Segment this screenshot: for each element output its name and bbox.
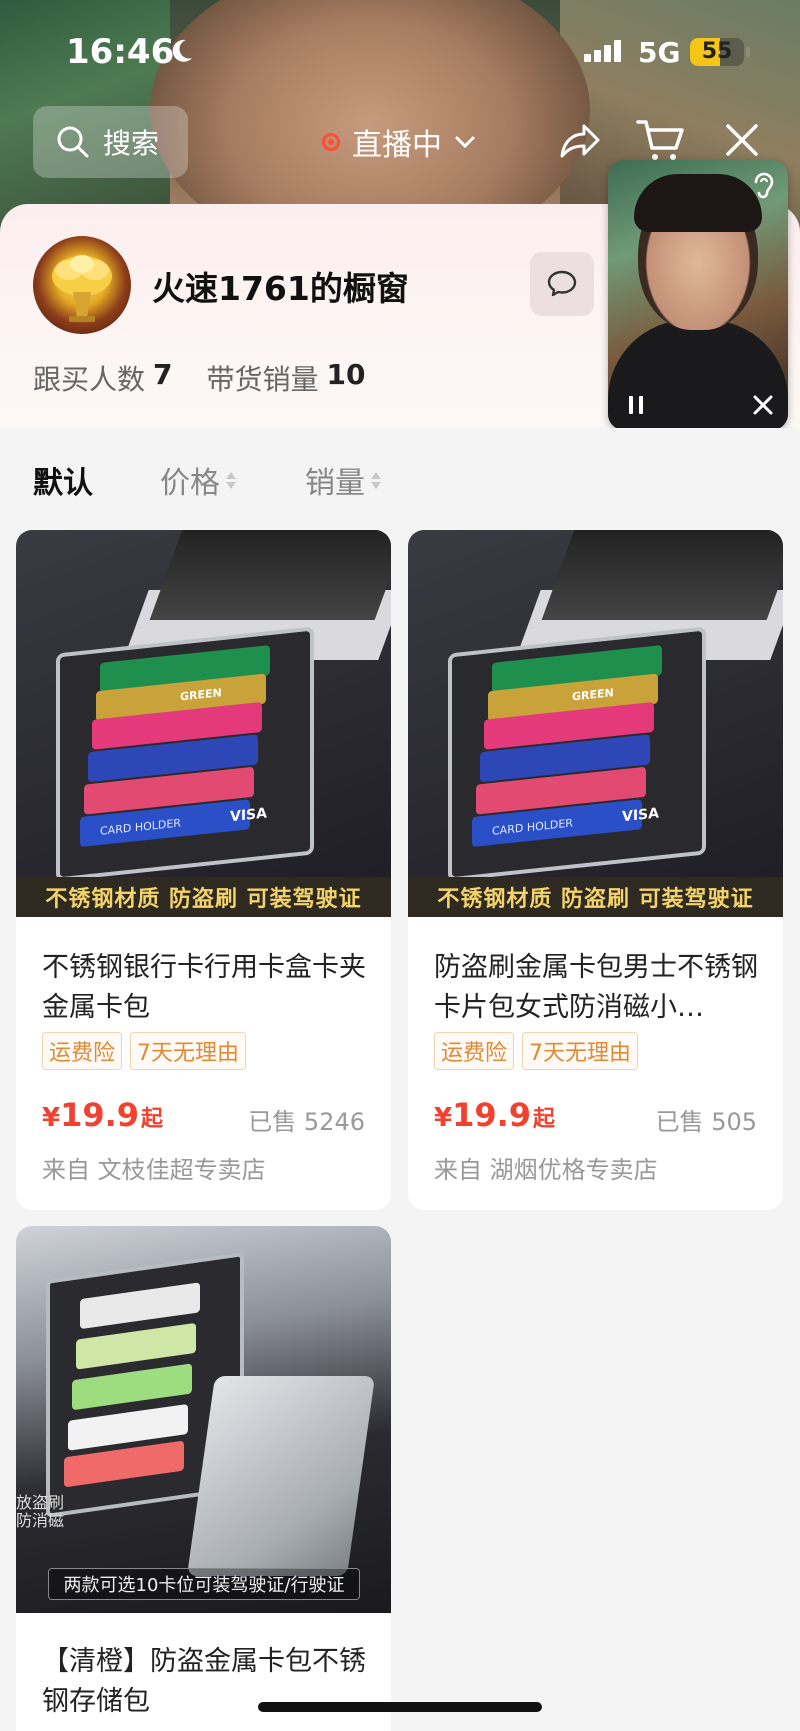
sort-price-label: 价格	[160, 466, 220, 501]
price-suffix: 起	[141, 1107, 164, 1132]
cart-icon[interactable]	[636, 116, 686, 164]
sort-sales-label: 销量	[305, 466, 365, 501]
status-time: 16:46	[66, 32, 175, 72]
price-value: 19.9	[60, 1096, 140, 1134]
tag-7day-return: 7天无理由	[522, 1032, 639, 1070]
pause-icon[interactable]	[626, 394, 646, 416]
sort-default-label: 默认	[33, 466, 93, 501]
product-image: VISA CARD HOLDER GREEN 不锈钢材质 防盗刷 可装驾驶证	[408, 530, 783, 917]
close-icon[interactable]	[722, 120, 762, 160]
sort-arrows-icon	[226, 471, 236, 489]
pip-streamer-hair	[634, 174, 762, 232]
sort-default-tab[interactable]: 默认	[33, 458, 93, 502]
battery-level: 55	[701, 39, 733, 64]
wallet-closed-shape	[186, 1376, 376, 1576]
sort-bar	[0, 428, 800, 528]
product-price: ¥ 19.9 起	[42, 1096, 163, 1134]
shop-stats: 跟买人数 7 带货销量 10	[33, 358, 365, 398]
product-banner: 不锈钢材质 防盗刷 可装驾驶证	[16, 877, 391, 917]
live-status-dropdown[interactable]: 直播中	[322, 118, 478, 166]
product-title: 防盗刷金属卡包男士不锈钢卡片包女式防消磁小…	[434, 952, 758, 1023]
chat-button[interactable]	[530, 252, 594, 316]
image-caption: 两款可选10卡位可装驾驶证/行驶证	[48, 1568, 360, 1600]
sales-label: 带货销量	[206, 363, 319, 396]
product-tags: 运费险 7天无理由	[42, 1032, 247, 1070]
laptop-keyboard-shape	[541, 530, 783, 620]
sold-count: 已售 5246	[248, 1108, 365, 1136]
wallet-shape: VISA CARD HOLDER GREEN	[56, 626, 314, 882]
live-pip-window[interactable]	[608, 160, 788, 430]
search-button[interactable]: 搜索	[33, 106, 188, 178]
tag-shipping-insurance: 运费险	[434, 1032, 515, 1070]
chat-bubble-icon	[547, 270, 577, 297]
search-label: 搜索	[103, 127, 160, 160]
product-card[interactable]: VISA CARD HOLDER GREEN 不锈钢材质 防盗刷 可装驾驶证 防…	[408, 530, 783, 1210]
product-card[interactable]: VISA CARD HOLDER GREEN 不锈钢材质 防盗刷 可装驾驶证 不…	[16, 530, 391, 1210]
wallet-shape: VISA CARD HOLDER GREEN	[448, 626, 706, 882]
product-tags: 运费险 7天无理由	[434, 1032, 639, 1070]
product-banner: 不锈钢材质 防盗刷 可装驾驶证	[408, 877, 783, 917]
product-image: VISA CARD HOLDER GREEN 不锈钢材质 防盗刷 可装驾驶证	[16, 530, 391, 917]
card-brand-label: VISA	[230, 805, 267, 826]
product-shop: 来自 文枝佳超专卖店	[42, 1156, 266, 1184]
live-label: 直播中	[352, 128, 442, 163]
golden-cabbage-icon	[52, 255, 112, 322]
home-indicator	[258, 1702, 542, 1712]
search-icon	[57, 126, 89, 158]
status-bar: 16:46 5G 55	[0, 0, 800, 100]
shop-name: 火速1761的橱窗	[152, 269, 409, 308]
tag-shipping-insurance: 运费险	[42, 1032, 123, 1070]
product-shop: 来自 湖烟优格专卖店	[434, 1156, 658, 1184]
tag-7day-return: 7天无理由	[130, 1032, 247, 1070]
price-value: 19.9	[452, 1096, 532, 1134]
shop-avatar[interactable]	[33, 236, 131, 334]
product-card[interactable]: 放盗刷 防消磁 两款可选10卡位可装驾驶证/行驶证 【清橙】防盗金属卡包不锈钢存…	[16, 1226, 391, 1731]
followers-value: 7	[153, 358, 173, 391]
share-icon[interactable]	[556, 118, 602, 164]
sort-arrows-icon	[371, 471, 381, 489]
pip-close-icon[interactable]	[752, 394, 774, 416]
side-caption: 放盗刷 防消磁	[16, 1493, 65, 1530]
network-label: 5G	[638, 36, 681, 69]
followers-label: 跟买人数	[33, 363, 146, 396]
sort-price-tab[interactable]: 价格	[160, 458, 236, 502]
battery-icon: 55	[690, 38, 744, 66]
moon-icon	[172, 39, 192, 62]
signal-icon	[584, 40, 621, 62]
price-currency: ¥	[434, 1103, 453, 1133]
product-image: 放盗刷 防消磁 两款可选10卡位可装驾驶证/行驶证	[16, 1226, 391, 1613]
price-suffix: 起	[533, 1107, 556, 1132]
battery-tip	[746, 47, 750, 57]
sort-sales-tab[interactable]: 销量	[305, 458, 381, 502]
live-dot-icon	[322, 133, 340, 151]
price-currency: ¥	[42, 1103, 61, 1133]
laptop-keyboard-shape	[149, 530, 391, 620]
chevron-down-icon	[455, 136, 475, 149]
card-brand-label: VISA	[622, 805, 659, 826]
sold-count: 已售 505	[655, 1108, 757, 1136]
sales-value: 10	[326, 358, 366, 391]
ear-icon[interactable]	[750, 170, 776, 200]
card-stack	[50, 1257, 240, 1488]
product-price: ¥ 19.9 起	[434, 1096, 555, 1134]
product-title: 不锈钢银行卡行用卡盒卡夹金属卡包	[42, 952, 366, 1023]
